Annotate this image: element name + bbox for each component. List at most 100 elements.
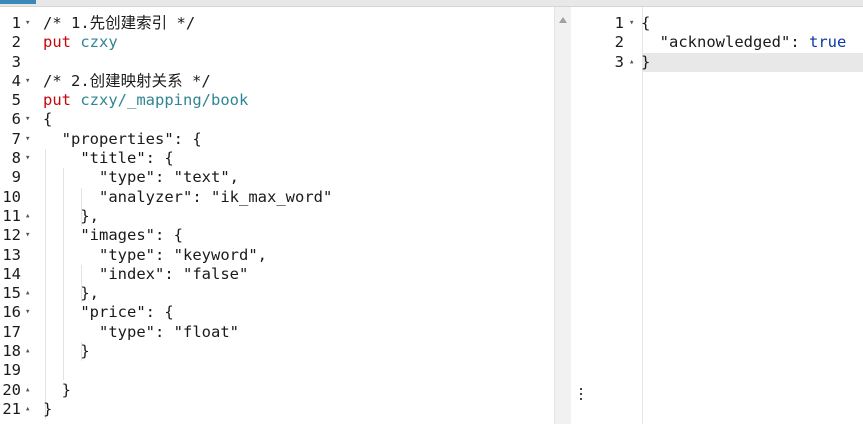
fold-expand-icon[interactable]: ▴	[25, 284, 30, 303]
fold-collapse-icon[interactable]: ▾	[25, 149, 30, 168]
fold-collapse-icon[interactable]: ▾	[25, 130, 30, 149]
code-line[interactable]: }	[43, 342, 571, 361]
code-token-punct	[43, 168, 99, 186]
code-line[interactable]: /* 1.先创建索引 */	[43, 14, 571, 33]
code-token-punct	[43, 149, 80, 167]
code-line[interactable]	[43, 53, 571, 72]
fold-expand-icon[interactable]: ▴	[25, 400, 30, 419]
fold-collapse-icon[interactable]: ▾	[25, 72, 30, 91]
code-token-key: "acknowledged"	[659, 33, 791, 52]
code-line[interactable]: },	[43, 284, 571, 303]
code-token-string: "ik_max_word"	[211, 187, 333, 206]
code-line[interactable]: "analyzer": "ik_max_word"	[43, 188, 571, 207]
code-line[interactable]: }	[43, 400, 571, 419]
fold-expand-icon[interactable]: ▴	[25, 342, 30, 361]
code-line[interactable]: }	[43, 381, 571, 400]
request-scrollbar[interactable]	[554, 7, 571, 424]
code-token-punct: {	[641, 14, 651, 32]
code-token-punct	[43, 188, 99, 206]
fold-collapse-icon[interactable]: ▾	[25, 110, 30, 129]
code-token-punct: : {	[173, 129, 202, 148]
code-token-punct: : {	[145, 303, 174, 322]
code-line[interactable]: "images": {	[43, 226, 571, 245]
code-line[interactable]	[43, 361, 571, 380]
code-token-punct	[43, 130, 62, 148]
code-token-key: "images"	[80, 226, 155, 245]
code-line[interactable]: {	[641, 14, 863, 33]
line-number-text: 12	[2, 226, 21, 245]
fold-expand-icon[interactable]: ▴	[629, 53, 634, 72]
code-line[interactable]: "price": {	[43, 303, 571, 322]
line-number: 14	[0, 265, 21, 284]
line-number-text: 20	[2, 380, 21, 399]
line-number: 10	[0, 188, 21, 207]
code-token-key: "price"	[80, 303, 146, 322]
code-token-key: "type"	[99, 168, 155, 187]
line-number: 4 ▾	[0, 72, 31, 91]
code-token-punct: },	[43, 284, 99, 303]
code-token-method: put	[43, 91, 71, 110]
code-token-punct: }	[43, 380, 71, 399]
fold-collapse-icon[interactable]: ▾	[25, 226, 30, 245]
code-token-string: "keyword"	[173, 245, 258, 264]
code-token-key: "analyzer"	[99, 187, 193, 206]
line-number-text: 6	[11, 110, 21, 129]
code-token-key: "type"	[99, 322, 155, 341]
line-number: 3	[0, 53, 21, 72]
code-line[interactable]: put czxy	[43, 33, 571, 52]
code-token-key: "type"	[99, 245, 155, 264]
line-number-text: 10	[2, 187, 21, 206]
line-number: 5	[0, 91, 21, 110]
code-line[interactable]: "acknowledged": true	[641, 33, 863, 52]
pane-splitter[interactable]	[571, 7, 592, 424]
fold-collapse-icon[interactable]: ▾	[25, 14, 30, 33]
line-number: 17	[0, 323, 21, 342]
code-line[interactable]: "index": "false"	[43, 265, 571, 284]
code-token-punct: }	[43, 399, 53, 418]
fold-expand-icon[interactable]: ▴	[25, 207, 30, 226]
code-line[interactable]: }	[641, 53, 863, 72]
fold-collapse-icon[interactable]: ▾	[25, 303, 30, 322]
line-number-text: 16	[2, 303, 21, 322]
vertical-dots-icon[interactable]	[580, 388, 583, 403]
code-line[interactable]: "properties": {	[43, 130, 571, 149]
fold-expand-icon[interactable]: ▴	[25, 381, 30, 400]
code-token-punct	[43, 246, 99, 264]
code-line[interactable]: put czxy/_mapping/book	[43, 91, 571, 110]
code-token-punct: }	[641, 52, 651, 71]
code-line[interactable]: "type": "keyword",	[43, 246, 571, 265]
line-number-text: 3	[614, 52, 624, 71]
code-line[interactable]: "type": "float"	[43, 323, 571, 342]
code-token-string: "false"	[183, 264, 249, 283]
code-line[interactable]: "type": "text",	[43, 168, 571, 187]
code-token-key: "index"	[99, 264, 165, 283]
scroll-up-arrow-icon[interactable]	[559, 17, 567, 23]
request-editor[interactable]: 1 ▾ 2 3 4 ▾ 5 6 ▾ 7 ▾ 8 ▾ 9 10 11 ▴ 12 ▾ 13 14 15 ▴ 16 ▾ 17 18 ▴ 19 2…	[0, 7, 571, 424]
code-token-punct	[71, 91, 80, 109]
line-number: 20 ▴	[0, 380, 30, 400]
line-number-text: 9	[11, 168, 21, 187]
code-token-bool: true	[809, 33, 847, 52]
line-number: 6 ▾	[0, 110, 31, 129]
code-line[interactable]: },	[43, 207, 571, 226]
request-code-area[interactable]: /* 1.先创建索引 */put czxy /* 2.创建映射关系 */put c…	[43, 14, 571, 419]
active-tab-indicator[interactable]	[0, 0, 36, 4]
code-line[interactable]: {	[43, 110, 571, 129]
code-token-string: "float"	[173, 322, 239, 341]
line-number-text: 13	[2, 245, 21, 264]
response-viewer[interactable]: 1 ▾ 2 3 ▴ { "acknowledged": true}	[592, 7, 863, 424]
line-number: 9	[0, 168, 21, 187]
code-token-comment: /* 2.创建映射关系 */	[43, 71, 211, 90]
line-number-text: 21	[2, 399, 21, 418]
code-line[interactable]: "title": {	[43, 149, 571, 168]
code-token-punct: : {	[145, 149, 174, 168]
code-line[interactable]: /* 2.创建映射关系 */	[43, 72, 571, 91]
line-number: 7 ▾	[0, 130, 31, 149]
fold-collapse-icon[interactable]: ▾	[629, 14, 634, 33]
response-code-area[interactable]: { "acknowledged": true}	[641, 14, 863, 72]
line-number: 3 ▴	[592, 52, 635, 72]
line-number-text: 5	[11, 91, 21, 110]
code-token-punct: ,	[257, 245, 268, 264]
line-number: 21 ▴	[0, 399, 30, 419]
code-token-punct: : {	[154, 226, 183, 245]
